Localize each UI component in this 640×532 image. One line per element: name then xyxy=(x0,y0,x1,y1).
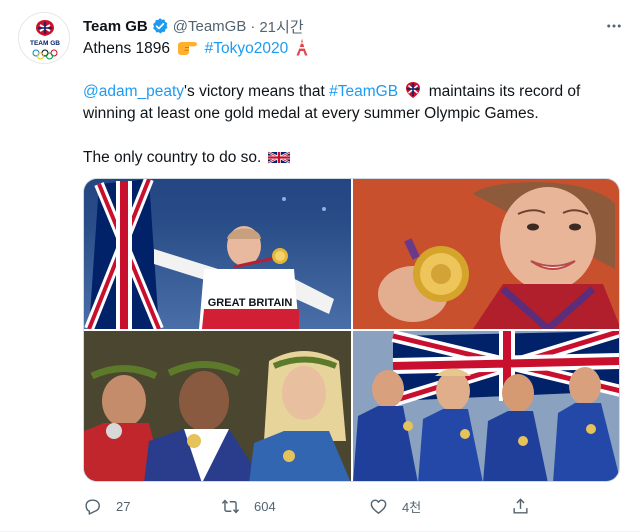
share-button[interactable] xyxy=(511,494,544,518)
avatar[interactable]: TEAM GB xyxy=(18,12,70,64)
tweet-card[interactable]: TEAM GB Team GB @TeamGB · 21시간 Athens 18… xyxy=(0,0,640,532)
verified-badge-icon xyxy=(152,18,168,34)
team-gb-logo-icon: TEAM GB xyxy=(19,13,69,63)
reply-count: 27 xyxy=(116,498,131,514)
photo1-shirt-text: GREAT BRITAIN xyxy=(208,297,293,309)
retweet-count: 604 xyxy=(254,498,276,514)
tweet-text-line-1: Athens 1896 #Tokyo2020 xyxy=(83,38,311,60)
photo-adam-peaty[interactable]: GREAT BRITAIN xyxy=(84,179,351,329)
pointing-right-emoji-icon xyxy=(178,42,198,55)
tokyo-tower-emoji-icon xyxy=(296,38,308,56)
share-icon xyxy=(513,497,528,514)
tweet-text-line-4: The only country to do so. xyxy=(83,147,292,169)
separator-dot: · xyxy=(250,17,256,35)
tweet-actions: 27 604 4천 xyxy=(83,494,620,518)
photo-rowing-team[interactable] xyxy=(353,331,619,481)
media-grid: GREAT BRITAIN xyxy=(83,178,620,482)
teamgb-lion-emoji-icon xyxy=(406,82,421,98)
more-options-icon[interactable] xyxy=(604,16,624,36)
retweet-icon xyxy=(221,499,240,513)
tweet-header: Team GB @TeamGB · 21시간 xyxy=(83,15,304,37)
tweet-text-line-3: winning at least one gold medal at every… xyxy=(83,105,539,122)
mention-adam-peaty-link[interactable]: @adam_peaty xyxy=(83,83,184,100)
tweet-text-segment-a: 's victory means that xyxy=(184,83,325,100)
hashtag-tokyo2020-link[interactable]: #Tokyo2020 xyxy=(205,40,289,57)
reply-button[interactable]: 27 xyxy=(83,494,130,518)
tweet-text-only-country: The only country to do so. xyxy=(83,149,262,166)
tweet-timestamp[interactable]: 21시간 xyxy=(259,16,303,37)
photo-athens-women[interactable] xyxy=(84,331,351,481)
like-button[interactable]: 4천 xyxy=(369,494,421,518)
author-handle[interactable]: @TeamGB xyxy=(173,18,247,35)
author-name[interactable]: Team GB xyxy=(83,18,148,35)
tweet-text-athens: Athens 1896 xyxy=(83,40,171,57)
retweet-button[interactable]: 604 xyxy=(221,494,276,518)
avatar-text: TEAM GB xyxy=(30,40,60,47)
tweet-text-segment-b: maintains its record of xyxy=(428,83,581,100)
reply-icon xyxy=(85,498,100,515)
heart-icon xyxy=(370,498,387,514)
hashtag-teamgb-link[interactable]: #TeamGB xyxy=(329,83,398,100)
tweet-text-line-2: @adam_peaty's victory means that #TeamGB… xyxy=(83,81,580,103)
photo-laura-kenny[interactable] xyxy=(353,179,619,329)
union-jack-flag-emoji-icon xyxy=(267,151,290,164)
like-count: 4천 xyxy=(402,499,422,515)
